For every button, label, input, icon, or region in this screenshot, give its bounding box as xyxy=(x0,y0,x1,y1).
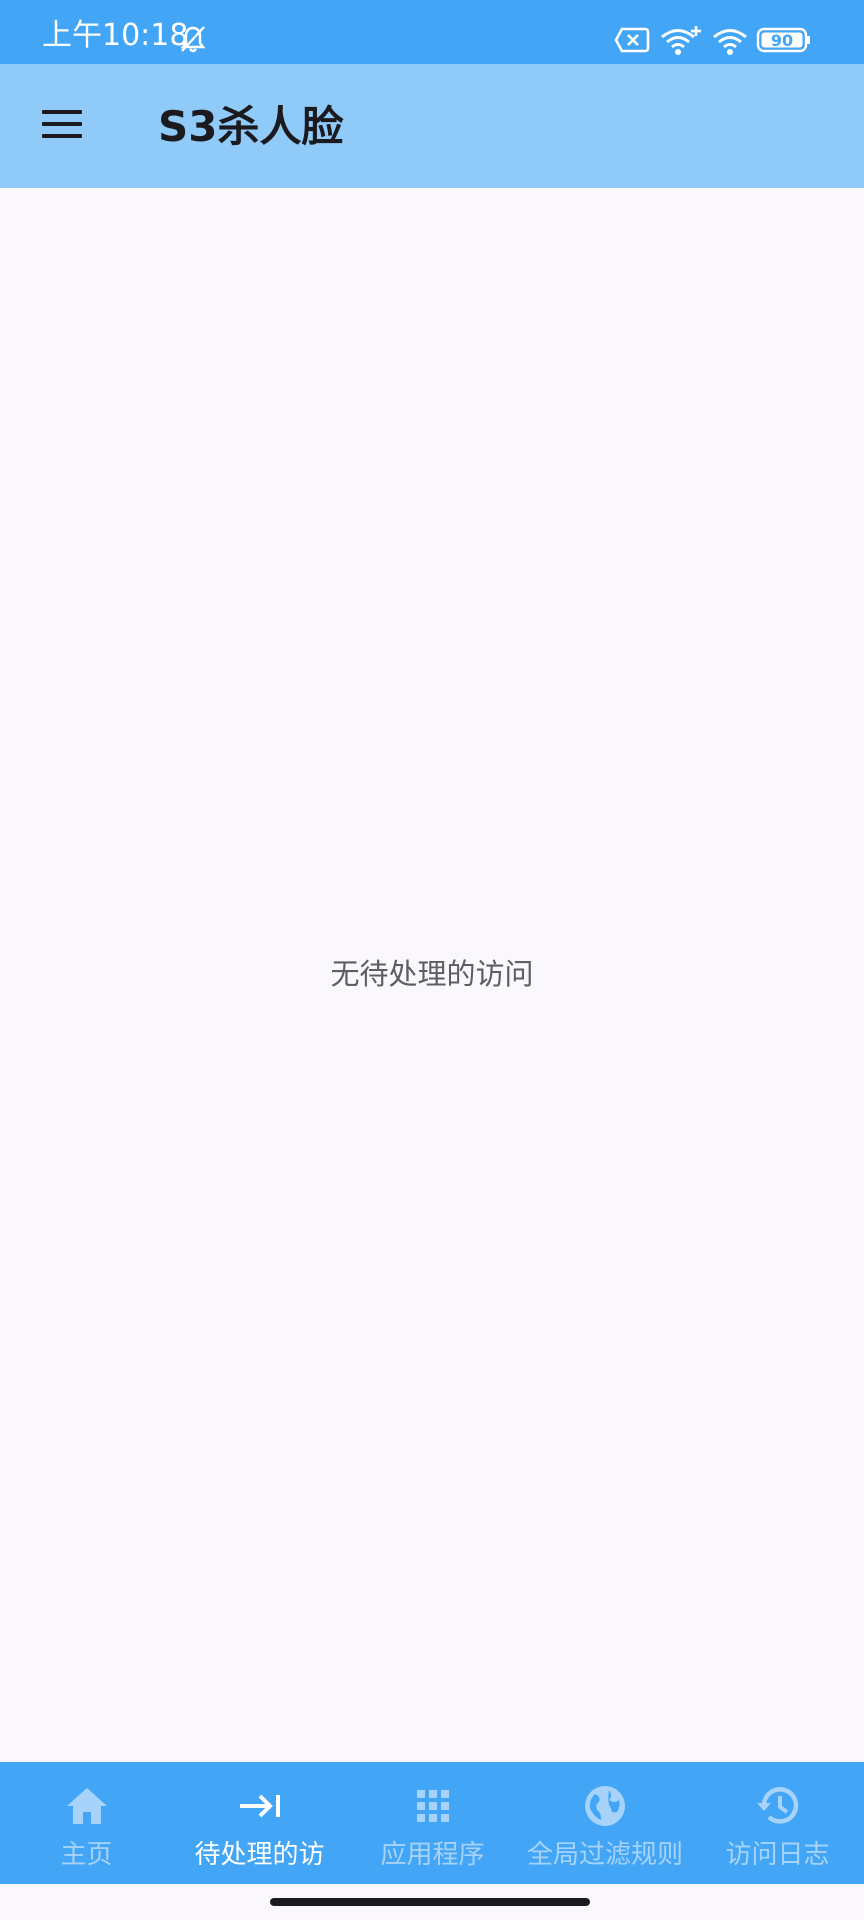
page-title: S3杀人脸 xyxy=(158,102,344,151)
battery-level: 90 xyxy=(770,31,794,50)
bell-off-icon xyxy=(178,24,208,54)
status-time: 上午10:18 xyxy=(42,18,189,53)
nav-item-apps[interactable]: 应用程序 xyxy=(346,1762,519,1884)
nav-label-home: 主页 xyxy=(60,1840,113,1870)
nav-item-global-filter[interactable]: 全局过滤规则 xyxy=(519,1762,691,1884)
arrow-right-to-line-icon xyxy=(236,1782,284,1830)
nav-item-home[interactable]: 主页 xyxy=(0,1762,173,1884)
menu-button[interactable] xyxy=(30,94,94,158)
app-bar: S3杀人脸 xyxy=(0,64,864,188)
nav-label-apps: 应用程序 xyxy=(380,1840,485,1870)
empty-state-message: 无待处理的访问 xyxy=(330,957,534,991)
nav-label-global-filter: 全局过滤规则 xyxy=(526,1840,683,1870)
nav-label-pending: 待处理的访 xyxy=(194,1840,325,1870)
home-icon xyxy=(63,1782,111,1830)
home-gesture-bar[interactable] xyxy=(270,1898,590,1906)
nav-label-access-log: 访问日志 xyxy=(725,1840,830,1870)
gesture-area xyxy=(0,1884,864,1920)
globe-icon xyxy=(581,1782,629,1830)
nav-item-access-log[interactable]: 访问日志 xyxy=(691,1762,864,1884)
apps-grid-icon xyxy=(409,1782,457,1830)
bottom-navigation: 主页 待处理的访 应用程序 全局过滤规则 访问日志 xyxy=(0,1762,864,1884)
menu-icon xyxy=(40,107,84,145)
pending-access-list: 无待处理的访问 xyxy=(0,188,864,1762)
wifi-plus-icon xyxy=(660,26,702,56)
wifi-icon xyxy=(712,26,748,56)
history-icon xyxy=(754,1782,802,1830)
nav-item-pending[interactable]: 待处理的访 xyxy=(173,1762,346,1884)
sim-off-icon xyxy=(614,26,650,56)
status-bar: 上午10:18 90 xyxy=(0,0,864,64)
